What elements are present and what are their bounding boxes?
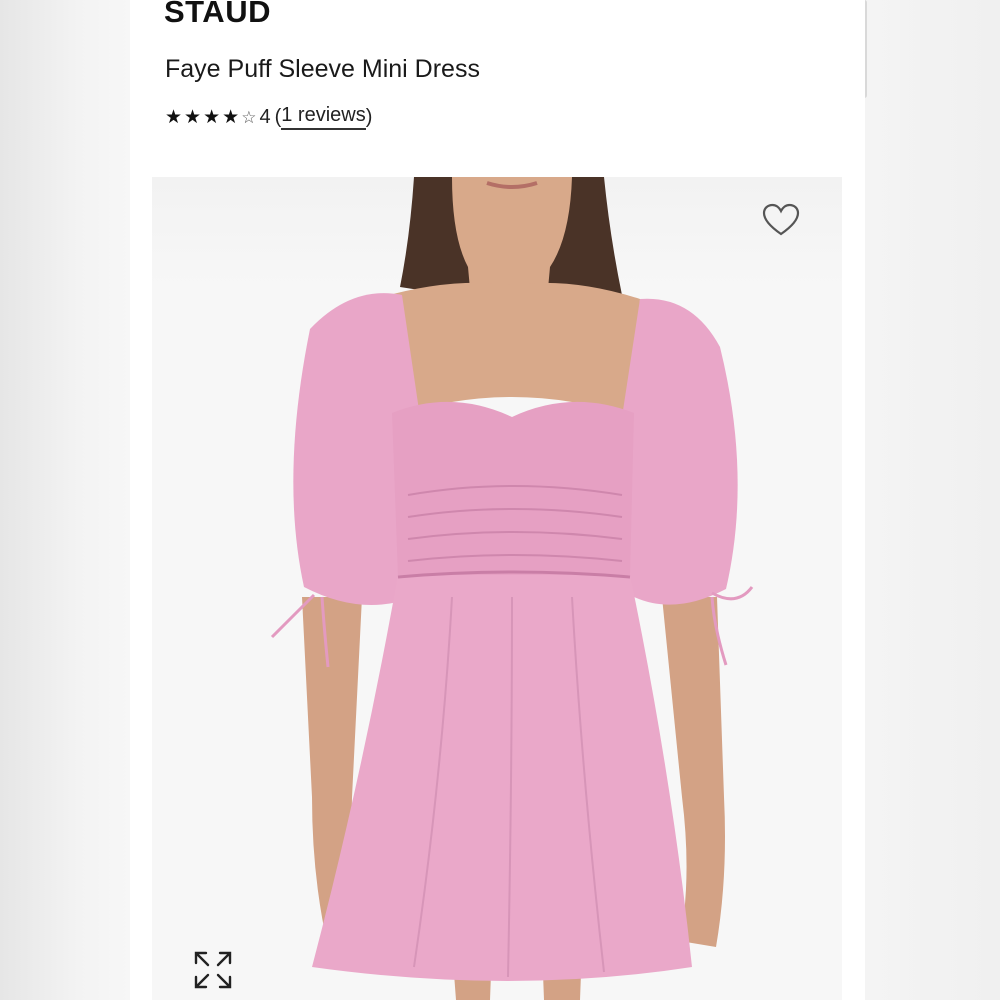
star-filled-icon: ★ [165,106,183,128]
product-card: STAUD Faye Puff Sleeve Mini Dress ★ ★ ★ … [130,0,865,1000]
right-background [865,0,1000,1000]
product-image[interactable] [152,177,842,1000]
expand-image-button[interactable] [192,949,234,991]
reviews-paren-close: ) [365,105,373,128]
rating-row: ★ ★ ★ ★ ☆ 4 (1 reviews) [165,104,372,130]
dress-photo [270,177,754,1000]
star-filled-icon: ★ [203,106,221,128]
star-half-icon: ☆ [241,107,257,127]
reviews-link[interactable]: 1 reviews [281,104,366,130]
brand-name[interactable]: STAUD [164,0,271,30]
reviews-paren-open: ( [274,105,282,128]
product-title: Faye Puff Sleeve Mini Dress [165,55,480,83]
star-rating: ★ ★ ★ ★ ☆ [165,108,258,127]
favorite-button[interactable] [760,199,802,241]
left-background [0,0,130,1000]
heart-icon [762,203,800,236]
star-filled-icon: ★ [184,106,202,128]
expand-icon [194,951,232,989]
star-filled-icon: ★ [222,106,240,128]
rating-value: 4 [259,105,271,128]
